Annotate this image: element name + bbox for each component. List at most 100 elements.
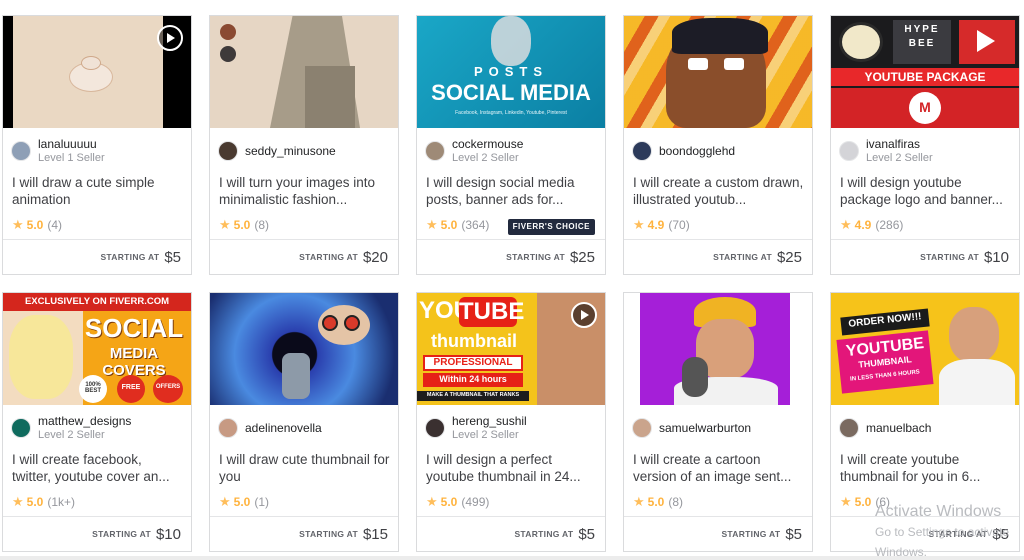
gig-price[interactable]: $5 [785,526,802,543]
seller-name[interactable]: seddy_minusone [245,144,336,158]
seller-level: Level 2 Seller [866,152,933,164]
gig-price[interactable]: $10 [156,526,181,543]
gig-footer: STARTING AT $25 [417,239,605,274]
seller-name[interactable]: hereng_sushil [452,414,527,428]
thumb-caption: FREE [121,384,141,391]
seller-level: Level 1 Seller [38,152,105,164]
gig-title[interactable]: I will design youtube package logo and b… [840,174,1012,208]
watermark-subtitle: Go to Settings to activate Windows. [875,525,1010,559]
gig-thumbnail[interactable] [624,293,812,405]
avatar[interactable] [839,141,859,161]
rating-value: 5.0 [440,218,458,232]
gig-card[interactable]: samuelwarburton I will create a cartoon … [623,292,813,552]
gig-card[interactable]: adelinenovella I will draw cute thumbnai… [209,292,399,552]
gig-thumbnail[interactable]: HYPE BEE YOUTUBE PACKAGE M [831,16,1019,128]
play-video-icon[interactable] [571,302,597,328]
thumb-caption: Facebook, Instagram, Linkedin, Youtube, … [455,110,567,116]
gig-title[interactable]: I will design a perfect youtube thumbnai… [426,451,598,485]
avatar[interactable] [11,418,31,438]
seller-name[interactable]: lanaluuuuu [38,137,105,151]
gig-card[interactable]: EXCLUSIVELY ON FIVERR.COM SOCIAL MEDIA C… [2,292,192,552]
seller-info: manuelbach [839,413,931,443]
gig-thumbnail[interactable]: ORDER NOW!!! YOUTUBE THUMBNAIL IN LESS T… [831,293,1019,405]
gig-title[interactable]: I will draw a cute simple animation [12,174,184,208]
thumb-caption: thumbnail [431,331,517,351]
gig-thumbnail[interactable] [210,293,398,405]
rating-value: 5.0 [26,218,44,232]
gig-title[interactable]: I will design social media posts, banner… [426,174,598,208]
gig-title[interactable]: I will draw cute thumbnail for you [219,451,391,485]
gig-card[interactable]: boondogglehd I will create a custom draw… [623,15,813,275]
star-icon: ★ [840,217,852,232]
gig-card[interactable]: YOU TUBE thumbnail PROFESSIONAL Within 2… [416,292,606,552]
gig-thumbnail[interactable] [624,16,812,128]
gig-price[interactable]: $25 [777,249,802,266]
gig-card[interactable]: POSTS SOCIAL MEDIA Facebook, Instagram, … [416,15,606,275]
gig-price[interactable]: $20 [363,249,388,266]
seller-info: hereng_sushil Level 2 Seller [425,413,527,443]
horizontal-scrollbar[interactable] [0,556,1024,560]
gig-thumbnail[interactable]: EXCLUSIVELY ON FIVERR.COM SOCIAL MEDIA C… [3,293,191,405]
gig-price[interactable]: $5 [578,526,595,543]
gig-title[interactable]: I will create a custom drawn, illustrate… [633,174,805,208]
starting-at-label: STARTING AT [713,252,772,262]
avatar[interactable] [839,418,859,438]
gig-card[interactable]: HYPE BEE YOUTUBE PACKAGE M ivanalfiras L… [830,15,1020,275]
thumb-caption: YOU [419,297,472,324]
starting-at-label: STARTING AT [100,252,160,262]
rating-value: 5.0 [233,218,251,232]
thumb-caption: OFFERS [155,384,181,390]
play-video-icon[interactable] [157,25,183,51]
seller-name[interactable]: boondogglehd [659,144,735,158]
star-icon: ★ [12,217,24,232]
avatar[interactable] [11,141,31,161]
gig-footer: STARTING AT $15 [210,516,398,551]
seller-name[interactable]: manuelbach [866,421,931,435]
gig-thumbnail[interactable] [210,16,398,128]
avatar[interactable] [425,418,445,438]
seller-name[interactable]: cockermouse [452,137,523,151]
seller-name[interactable]: ivanalfiras [866,137,933,151]
star-icon: ★ [12,494,24,509]
seller-level: Level 2 Seller [452,429,519,441]
seller-name[interactable]: matthew_designs [38,414,131,428]
gig-title[interactable]: I will create youtube thumbnail for you … [840,451,1012,485]
gig-footer: STARTING AT $25 [624,239,812,274]
seller-name[interactable]: samuelwarburton [659,421,751,435]
gig-thumbnail[interactable] [3,16,191,128]
gig-title[interactable]: I will create a cartoon version of an im… [633,451,805,485]
starting-at-label: STARTING AT [506,252,565,262]
gig-card[interactable]: lanaluuuuu Level 1 Seller I will draw a … [2,15,192,275]
gig-footer: STARTING AT $10 [3,516,191,551]
rating-value: 5.0 [440,495,458,509]
gig-price[interactable]: $15 [363,526,388,543]
gig-price[interactable]: $25 [570,249,595,266]
gig-grid: lanaluuuuu Level 1 Seller I will draw a … [0,0,1024,560]
avatar[interactable] [425,141,445,161]
gig-thumbnail[interactable]: YOU TUBE thumbnail PROFESSIONAL Within 2… [417,293,605,405]
gig-price[interactable]: $5 [164,249,181,266]
avatar[interactable] [632,141,652,161]
gig-rating: ★ 5.0 (364) [426,217,489,233]
gig-footer: STARTING AT $20 [210,239,398,274]
avatar[interactable] [218,418,238,438]
gig-price[interactable]: $10 [984,249,1009,266]
rating-count: (8) [254,218,270,232]
fiverrs-choice-badge: FIVERR'S CHOICE [507,219,595,235]
gig-title[interactable]: I will turn your images into minimalisti… [219,174,391,208]
avatar[interactable] [218,141,238,161]
star-icon: ★ [219,494,231,509]
gig-title[interactable]: I will create facebook, twitter, youtube… [12,451,184,485]
thumb-caption: POSTS [473,64,549,79]
gig-rating: ★ 4.9 (70) [633,217,690,233]
gig-card[interactable]: seddy_minusone I will turn your images i… [209,15,399,275]
rating-count: (4) [47,218,63,232]
starting-at-label: STARTING AT [299,529,358,539]
thumb-caption: BEE [908,38,936,49]
seller-info: seddy_minusone [218,136,336,166]
gig-thumbnail[interactable]: POSTS SOCIAL MEDIA Facebook, Instagram, … [417,16,605,128]
rating-value: 5.0 [647,495,665,509]
seller-info: ivanalfiras Level 2 Seller [839,136,933,166]
seller-name[interactable]: adelinenovella [245,421,322,435]
avatar[interactable] [632,418,652,438]
